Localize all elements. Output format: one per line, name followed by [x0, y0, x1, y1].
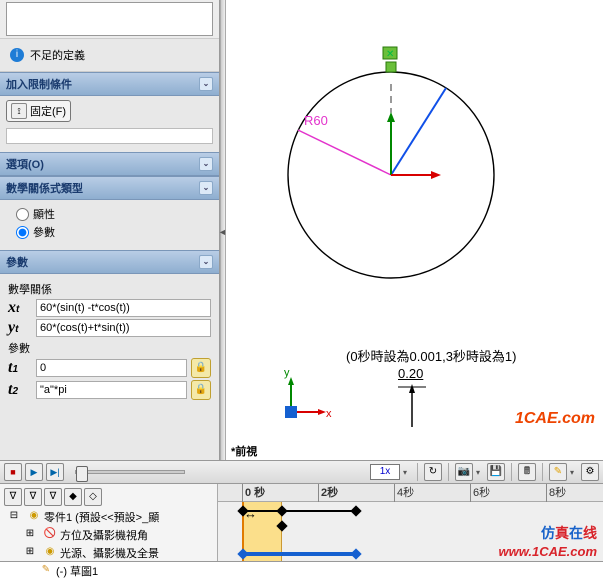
relation-label: 數學關係: [8, 281, 211, 297]
loop-icon[interactable]: ↻: [424, 463, 442, 481]
play-button[interactable]: ▶: [25, 463, 43, 481]
t1-label: t1: [8, 359, 36, 377]
filter2-icon[interactable]: ∇: [24, 488, 42, 506]
time-slider[interactable]: [75, 470, 185, 474]
view-label: *前視: [231, 443, 257, 459]
tree-sketch[interactable]: ✎(-) 草圖1: [2, 562, 215, 580]
time-ruler[interactable]: 0 秒 2秒 4秒 6秒 8秒: [218, 484, 603, 502]
panel-params-header[interactable]: 參數 ⌄: [0, 250, 219, 274]
keyframe[interactable]: [237, 505, 248, 516]
dropdown-icon[interactable]: ▾: [570, 468, 578, 477]
preview-box: [6, 2, 213, 36]
brand-url: www.1CAE.com: [499, 544, 597, 559]
panel-eqtype-header[interactable]: 數學關係式類型 ⌄: [0, 176, 219, 200]
anchor-icon: ⟟: [11, 103, 27, 119]
t2-input[interactable]: [36, 381, 187, 399]
tree-orientation[interactable]: ⊞🚫方位及攝影機視角: [2, 526, 215, 544]
param-label: 參數: [8, 340, 211, 356]
collapse-icon[interactable]: ⌄: [199, 181, 213, 195]
collapse-icon[interactable]: ⌄: [199, 77, 213, 91]
axis-y-label: y: [284, 367, 290, 379]
track-bar[interactable]: [242, 552, 356, 556]
radio-parametric[interactable]: [16, 226, 29, 239]
t2-label: t2: [8, 381, 36, 399]
settings-icon[interactable]: ⚙: [581, 463, 599, 481]
edit-icon[interactable]: ✎: [549, 463, 567, 481]
calc-icon[interactable]: 🖩: [518, 463, 536, 481]
watermark: 1CAE.com: [515, 410, 595, 428]
key-icon[interactable]: ◆: [64, 488, 82, 506]
keyframe[interactable]: [276, 520, 287, 531]
camera-icon[interactable]: 📷: [455, 463, 473, 481]
lock-icon[interactable]: 🔒: [191, 358, 211, 378]
dropdown-icon[interactable]: ▾: [476, 468, 484, 477]
xt-label: xt: [8, 299, 36, 317]
keyframe[interactable]: [237, 548, 248, 559]
dimension-value[interactable]: 0.20: [398, 366, 423, 381]
collapse-icon[interactable]: ⌄: [199, 157, 213, 171]
info-icon: i: [10, 48, 24, 62]
brand-text: 仿真在线: [541, 523, 597, 543]
save-icon[interactable]: 💾: [487, 463, 505, 481]
yt-label: yt: [8, 319, 36, 337]
collapse-icon[interactable]: ⌄: [199, 255, 213, 269]
filter-icon[interactable]: ∇: [4, 488, 22, 506]
tree-root[interactable]: ⊟◉零件1 (預設<<預設>_顯: [2, 508, 215, 526]
dropdown-icon[interactable]: ▾: [403, 468, 411, 477]
playbar: ■ ▶ ▶| 1x ▾ ↻ 📷 ▾ 💾 🖩 ✎ ▾ ⚙: [0, 460, 603, 484]
annotation-text: (0秒時設為0.001,3秒時設為1): [346, 346, 517, 365]
track-bar[interactable]: [242, 510, 356, 512]
axis-x-label: x: [326, 408, 332, 420]
radio-explicit[interactable]: [16, 208, 29, 221]
xt-input[interactable]: [36, 299, 211, 317]
constraint-slot[interactable]: [6, 128, 213, 144]
speed-field[interactable]: 1x: [370, 464, 400, 480]
svg-text:✕: ✕: [386, 49, 394, 60]
t1-input[interactable]: [36, 359, 187, 377]
keyframe[interactable]: [276, 505, 287, 516]
canvas[interactable]: ✕ R60 (0秒時設為0.001,3秒時設為1) 0.20 x y *前視 1…: [226, 0, 603, 460]
panel-options-header[interactable]: 選項(O) ⌄: [0, 152, 219, 176]
info-text: 不足的定義: [30, 47, 85, 63]
play-forward-button[interactable]: ▶|: [46, 463, 64, 481]
yt-input[interactable]: [36, 319, 211, 337]
tree-lights[interactable]: ⊞◉光源、攝影機及全景: [2, 544, 215, 562]
filter3-icon[interactable]: ∇: [44, 488, 62, 506]
radius-label: R60: [304, 113, 328, 128]
lock-icon[interactable]: 🔒: [191, 380, 211, 400]
info-row: i 不足的定義: [0, 38, 219, 72]
panel-constraint-header[interactable]: 加入限制條件 ⌄: [0, 72, 219, 96]
key2-icon[interactable]: ◇: [84, 488, 102, 506]
keyframe[interactable]: [350, 548, 361, 559]
keyframe[interactable]: [350, 505, 361, 516]
fixed-button[interactable]: ⟟ 固定(F): [6, 100, 71, 122]
stop-button[interactable]: ■: [4, 463, 22, 481]
